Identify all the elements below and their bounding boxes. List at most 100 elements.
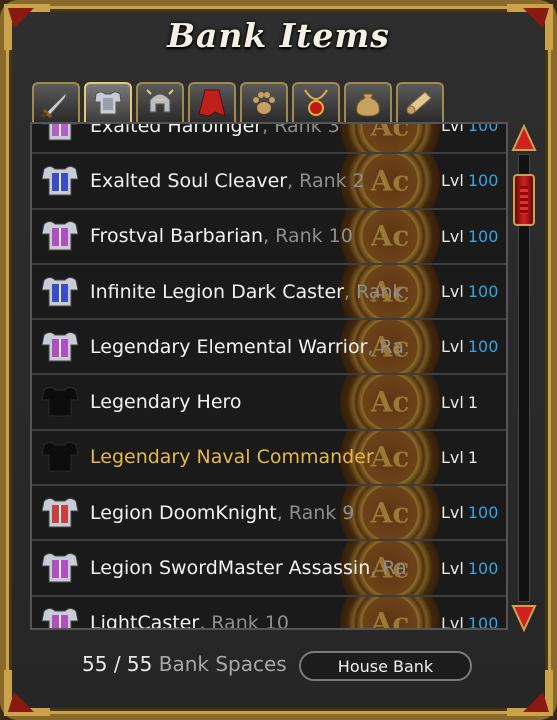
level-label: Lvl <box>441 122 464 136</box>
item-name: Exalted Soul Cleaver, Rank 2 <box>90 170 412 192</box>
item-title: Legendary Naval Commander <box>90 446 374 469</box>
arrow-up-icon <box>511 124 537 151</box>
corner-ornament-icon <box>507 670 553 716</box>
armor-icon <box>38 325 82 369</box>
item-title: Legendary Hero <box>90 391 242 414</box>
tab-item[interactable] <box>344 82 392 122</box>
item-title: Legion SwordMaster Assassin <box>90 557 371 580</box>
item-level: Lvl 100 <box>441 282 498 301</box>
bank-item-list[interactable]: Ac Exalted Harbinger, Rank 3 Lvl 100 Ac Exalt… <box>30 122 508 630</box>
level-value: 1 <box>467 447 479 467</box>
level-label: Lvl <box>441 503 464 523</box>
armor-silhouette-icon <box>38 380 82 424</box>
bag-icon <box>356 93 380 117</box>
item-level: Lvl 100 <box>441 171 498 190</box>
item-level: Lvl 100 <box>441 559 498 578</box>
tab-necklace[interactable] <box>292 82 340 122</box>
item-rank: , Rank <box>344 280 404 303</box>
level-label: Lvl <box>441 226 464 246</box>
item-level: Lvl 100 <box>441 337 498 356</box>
scrollbar[interactable] <box>511 124 537 632</box>
armor-icon <box>38 601 82 628</box>
item-rank: , Rank 9 <box>276 501 355 524</box>
table-row[interactable]: Ac Frostval Barbarian, Rank 10 Lvl 100 <box>32 209 506 265</box>
item-rank: , Rank 3 <box>262 122 340 137</box>
armor-silhouette-icon <box>38 435 82 479</box>
item-title: Legendary Elemental Warrior <box>90 335 368 358</box>
level-value: 100 <box>467 282 499 302</box>
table-row[interactable]: Ac Infinite Legion Dark Caster, Rank Lvl 10… <box>32 264 506 321</box>
scroll-up-button[interactable] <box>511 124 537 154</box>
table-row[interactable]: Ac Legendary Naval Commander Lvl 1 <box>32 430 506 487</box>
tab-armor[interactable] <box>84 82 132 122</box>
armor-icon <box>38 546 82 590</box>
house-bank-button[interactable]: House Bank <box>299 651 472 681</box>
bank-window: Bank Items Ac Exalted Harbinger, Rank 3 Lv… <box>0 0 557 720</box>
table-row[interactable]: Ac Legendary Hero Lvl 1 <box>32 375 506 431</box>
item-name: Legendary Elemental Warrior, Ra <box>90 336 412 358</box>
item-title: Legion DoomKnight <box>90 501 277 524</box>
item-title: Frostval Barbarian <box>90 225 264 248</box>
table-row[interactable]: Ac Exalted Harbinger, Rank 3 Lvl 100 <box>32 122 506 155</box>
item-name: Infinite Legion Dark Caster, Rank <box>90 281 412 303</box>
bank-spaces-counter: 55 / 55 Bank Spaces <box>82 652 287 676</box>
tab-cape[interactable] <box>188 82 236 122</box>
spaces-used: 55 <box>82 652 108 676</box>
item-level: Lvl 100 <box>441 122 498 136</box>
level-label: Lvl <box>441 558 464 578</box>
bank-item-rows: Ac Exalted Harbinger, Rank 3 Lvl 100 Ac Exalt… <box>32 122 506 630</box>
scroll-thumb[interactable] <box>513 174 535 226</box>
item-rank: , Rank 10 <box>199 612 289 630</box>
level-label: Lvl <box>441 392 464 412</box>
item-rank: , Ra <box>367 335 404 358</box>
armor-icon <box>38 159 82 203</box>
level-value: 100 <box>467 171 499 191</box>
tab-pet[interactable] <box>240 82 288 122</box>
item-rank: , Ra <box>370 557 407 580</box>
item-title: Infinite Legion Dark Caster <box>90 280 344 303</box>
level-label: Lvl <box>441 337 464 357</box>
scroll-icon <box>406 91 432 115</box>
spaces-separator: / <box>113 652 121 676</box>
sword-icon <box>40 91 68 119</box>
item-rank: , Rank 10 <box>263 225 353 248</box>
tab-weapon[interactable] <box>32 82 80 122</box>
item-level: Lvl 100 <box>441 503 498 522</box>
level-value: 100 <box>467 613 499 630</box>
item-name: Legion DoomKnight, Rank 9 <box>90 502 412 524</box>
table-row[interactable]: Ac Exalted Soul Cleaver, Rank 2 Lvl 100 <box>32 154 506 210</box>
table-row[interactable]: Ac Legion DoomKnight, Rank 9 Lvl 100 <box>32 486 506 542</box>
item-name: Exalted Harbinger, Rank 3 <box>90 122 412 137</box>
spaces-total: 55 <box>126 652 153 676</box>
table-row[interactable]: Ac Legion SwordMaster Assassin, Ra Lvl 100 <box>32 541 506 597</box>
tab-helm[interactable] <box>136 82 184 122</box>
table-row[interactable]: Ac LightCaster, Rank 10 Lvl 100 <box>32 596 506 630</box>
spaces-label: Bank Spaces <box>158 652 287 676</box>
item-level: Lvl 100 <box>441 227 498 246</box>
window-title: Bank Items <box>167 16 390 55</box>
tab-scroll[interactable] <box>396 82 444 122</box>
scroll-down-button[interactable] <box>511 602 537 632</box>
table-row[interactable]: Ac Legendary Elemental Warrior, Ra Lvl 100 <box>32 320 506 376</box>
armor-icon <box>38 124 82 148</box>
armor-icon <box>38 270 82 314</box>
arrow-down-icon <box>511 605 537 632</box>
necklace-icon <box>304 89 328 116</box>
item-level: Lvl 100 <box>441 613 499 630</box>
level-value: 100 <box>467 226 499 246</box>
armor-icon <box>38 214 82 258</box>
armor-icon <box>94 91 122 115</box>
armor-icon <box>38 491 82 535</box>
item-name: Legion SwordMaster Assassin, Ra <box>90 557 412 579</box>
level-value: 100 <box>467 337 499 357</box>
paw-icon <box>253 92 275 114</box>
level-label: Lvl <box>441 282 464 302</box>
level-value: 100 <box>467 503 499 523</box>
item-level: Lvl 1 <box>441 393 478 412</box>
item-title: LightCaster <box>90 612 200 630</box>
item-rank: , Rank 2 <box>287 169 365 192</box>
corner-ornament-icon <box>4 670 50 716</box>
level-label: Lvl <box>441 447 464 467</box>
item-title: Exalted Harbinger <box>90 122 263 137</box>
level-label: Lvl <box>441 613 464 630</box>
